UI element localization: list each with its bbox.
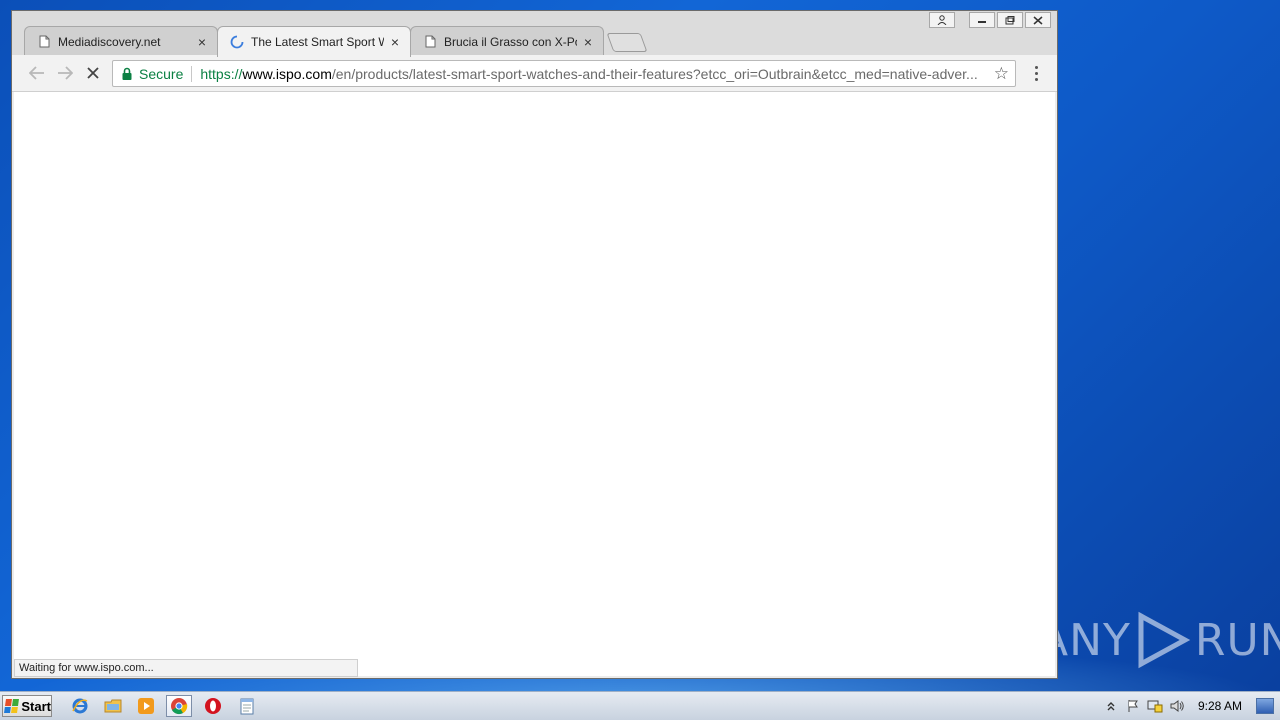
forward-button[interactable] [55,63,75,83]
restore-button[interactable] [997,12,1023,28]
minimize-button[interactable] [969,12,995,28]
status-bubble: Waiting for www.ispo.com... [14,659,358,677]
tab-title: The Latest Smart Sport Wat [251,35,384,49]
browser-menu-button[interactable] [1035,66,1039,81]
restore-icon [1005,15,1015,24]
tab-mediadiscovery[interactable]: Mediadiscovery.net × [24,26,218,56]
tab-close-button[interactable]: × [581,34,595,50]
person-icon [937,15,947,25]
url-host: www.ispo.com [242,65,332,82]
profile-button[interactable] [929,12,955,28]
dot-icon [1035,66,1038,69]
close-window-button[interactable] [1025,12,1051,28]
tab-title: Brucia il Grasso con X-Power [444,34,577,49]
start-button[interactable]: Start [2,695,52,717]
lock-icon [122,67,132,80]
page-icon [423,35,437,49]
chevron-up-icon [1107,702,1115,711]
network-icon[interactable] [1144,695,1166,717]
title-bar: Mediadiscovery.net × The Latest Smart Sp… [12,11,1057,57]
show-hidden-icons-button[interactable] [1100,695,1122,717]
tab-close-button[interactable]: × [388,34,402,50]
browser-toolbar: Secure https:// www.ispo.com /en/product… [12,55,1057,92]
tab-close-button[interactable]: × [195,34,209,50]
loading-spinner-icon [230,35,244,49]
page-icon [37,35,51,49]
taskbar: Start 9:28 AM [0,691,1280,720]
page-content[interactable] [14,92,1055,676]
address-bar[interactable]: Secure https:// www.ispo.com /en/product… [112,60,1016,87]
system-tray: 9:28 AM [1100,692,1280,720]
browser-window: Mediadiscovery.net × The Latest Smart Sp… [11,10,1058,679]
tab-brucia-il-grasso[interactable]: Brucia il Grasso con X-Power × [410,26,604,56]
windows-logo-icon [4,699,20,713]
opera-icon[interactable] [200,695,226,717]
watermark-right-text: RUN [1194,614,1280,666]
stop-x-icon [87,67,99,79]
dot-icon [1035,78,1038,81]
start-label: Start [21,698,51,714]
media-player-icon[interactable] [133,695,159,717]
taskbar-clock[interactable]: 9:28 AM [1198,699,1242,713]
internet-explorer-icon[interactable] [67,695,93,717]
stop-loading-button[interactable] [83,63,103,83]
arrow-left-icon [29,66,44,80]
back-button[interactable] [27,63,47,83]
chrome-icon[interactable] [166,695,192,717]
play-logo-icon [1138,611,1191,669]
new-tab-button[interactable] [606,33,648,52]
arrow-right-icon [58,66,73,80]
anyrun-watermark: ANY RUN [1038,608,1280,672]
window-controls [927,12,1051,28]
dot-icon [1035,72,1038,75]
bookmark-star-icon[interactable]: ☆ [994,64,1009,84]
url-path: /en/products/latest-smart-sport-watches-… [331,65,978,82]
address-separator [191,65,193,82]
show-desktop-button[interactable] [1256,698,1274,714]
tab-smart-sport-watches[interactable]: The Latest Smart Sport Wat × [217,26,411,57]
close-icon [1033,15,1043,25]
action-center-flag-icon[interactable] [1122,695,1144,717]
notepad-icon[interactable] [234,695,260,717]
tab-title: Mediadiscovery.net [58,34,161,49]
minimize-icon [978,21,986,23]
file-explorer-icon[interactable] [100,695,126,717]
url-scheme: https:// [200,65,243,82]
volume-icon[interactable] [1166,695,1188,717]
secure-label: Secure [139,65,184,82]
